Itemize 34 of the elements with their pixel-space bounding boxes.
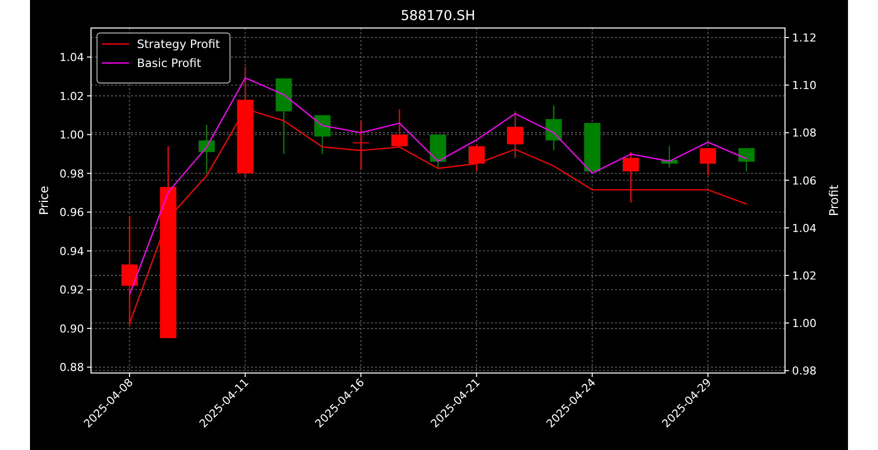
candle — [661, 146, 678, 168]
candle — [198, 124, 215, 174]
axis-label: Price — [37, 186, 51, 216]
axis-tick-label: 0.92 — [60, 284, 84, 297]
legend-label: Basic Profit — [137, 56, 202, 70]
chart-title: 588170.SH — [400, 8, 476, 24]
axis-tick-label: 1.10 — [792, 79, 816, 92]
candle — [738, 148, 755, 172]
axis-tick-label: 1.04 — [60, 51, 84, 64]
axis-label: Profit — [827, 184, 841, 216]
candle — [468, 144, 485, 172]
axis-tick-label: 1.00 — [60, 128, 84, 142]
candle — [391, 109, 408, 146]
axis-tick-label: 0.98 — [792, 364, 816, 378]
axis-tick-label: 0.96 — [60, 206, 84, 220]
axis-tick-label: 1.12 — [792, 32, 816, 45]
axis-tick-label: 1.06 — [792, 174, 816, 188]
axis-tick-label: 1.00 — [792, 317, 816, 330]
candle — [352, 121, 369, 170]
axis-tick-label: 1.04 — [792, 222, 816, 235]
candle — [622, 152, 639, 202]
candle — [314, 115, 330, 154]
axis-tick-label: 0.94 — [60, 244, 84, 258]
legend-label: Strategy Profit — [137, 37, 220, 51]
axis-tick-label: 1.02 — [792, 269, 816, 282]
candle — [507, 111, 524, 158]
candle — [700, 148, 716, 176]
axis-tick-label: 0.98 — [60, 167, 84, 180]
axis-tick-label: 0.88 — [60, 361, 84, 374]
candle — [546, 106, 562, 150]
axis-tick-label: 1.02 — [60, 90, 84, 103]
axis-tick-label: 0.90 — [60, 322, 84, 336]
axis-tick-label: 1.08 — [792, 126, 816, 140]
candle — [584, 122, 600, 174]
